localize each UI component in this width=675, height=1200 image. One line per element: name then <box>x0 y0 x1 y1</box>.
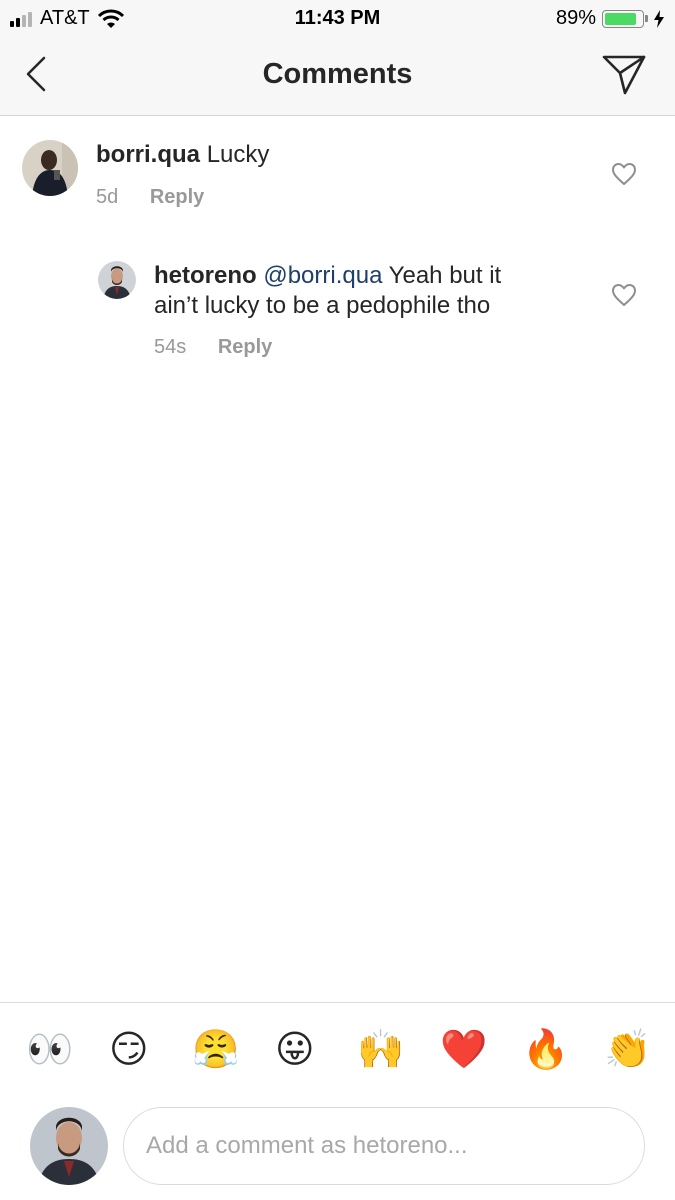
emoji-fire-button[interactable]: 🔥 <box>522 1027 569 1071</box>
status-right: 89% <box>556 7 665 30</box>
battery-percent: 89% <box>555 7 596 29</box>
avatar[interactable] <box>22 140 78 196</box>
comment-timestamp: 54s <box>154 336 187 358</box>
nav-bar: Comments <box>0 38 675 116</box>
emoji-bar: 👀 😏 😤 😛 🙌 ❤️ 🔥 👏 <box>0 1002 675 1095</box>
paper-plane-icon[interactable] <box>601 52 647 96</box>
avatar-image <box>22 140 78 196</box>
comment-text: Lucky <box>206 141 270 168</box>
emoji-heart-button[interactable]: ❤️ <box>440 1027 487 1071</box>
page-title: Comments <box>262 58 413 90</box>
comment-line-1: hetoreno @borri.qua Yeah but it <box>154 261 594 291</box>
comment-meta: 5d Reply <box>96 186 204 209</box>
comment-text: Yeah but it <box>388 262 502 289</box>
heart-outline-icon[interactable] <box>611 283 637 307</box>
comment-timestamp: 5d <box>96 186 119 208</box>
comment-input[interactable] <box>123 1107 645 1185</box>
comment-mention[interactable]: @borri.qua <box>263 262 382 289</box>
bolt-icon <box>654 9 664 28</box>
avatar[interactable] <box>98 261 136 299</box>
comment-username[interactable]: borri.qua <box>96 141 200 168</box>
battery-icon <box>602 9 644 28</box>
comment-item: borri.qua Lucky 5d Reply <box>0 116 675 226</box>
emoji-raised-hands-button[interactable]: 🙌 <box>357 1027 404 1071</box>
emoji-triumph-button[interactable]: 😤 <box>192 1027 239 1071</box>
emoji-tongue-button[interactable]: 😛 <box>275 1027 315 1071</box>
comment-body: hetoreno @borri.qua Yeah but it ain’t lu… <box>154 261 594 321</box>
heart-outline-icon[interactable] <box>611 162 637 186</box>
comment-body: borri.qua Lucky <box>96 140 576 170</box>
comment-meta: 54s Reply <box>154 336 272 359</box>
emoji-smirk-button[interactable]: 😏 <box>109 1027 149 1071</box>
reply-button[interactable]: Reply <box>218 336 272 358</box>
status-bar: AT&T 11:43 PM 89% <box>0 0 675 38</box>
battery-cap <box>645 15 648 22</box>
comment-item: hetoreno @borri.qua Yeah but it ain’t lu… <box>0 250 675 380</box>
avatar <box>30 1107 108 1185</box>
avatar-image <box>98 261 136 299</box>
battery-fill <box>605 12 637 25</box>
emoji-eyes-button[interactable]: 👀 <box>26 1027 73 1071</box>
avatar-image <box>30 1107 108 1185</box>
comment-username[interactable]: hetoreno <box>154 262 257 289</box>
comment-composer <box>0 1094 675 1200</box>
comment-line-2: ain’t lucky to be a pedophile tho <box>154 292 491 319</box>
reply-button[interactable]: Reply <box>150 186 204 208</box>
emoji-clap-button[interactable]: 👏 <box>604 1027 651 1071</box>
